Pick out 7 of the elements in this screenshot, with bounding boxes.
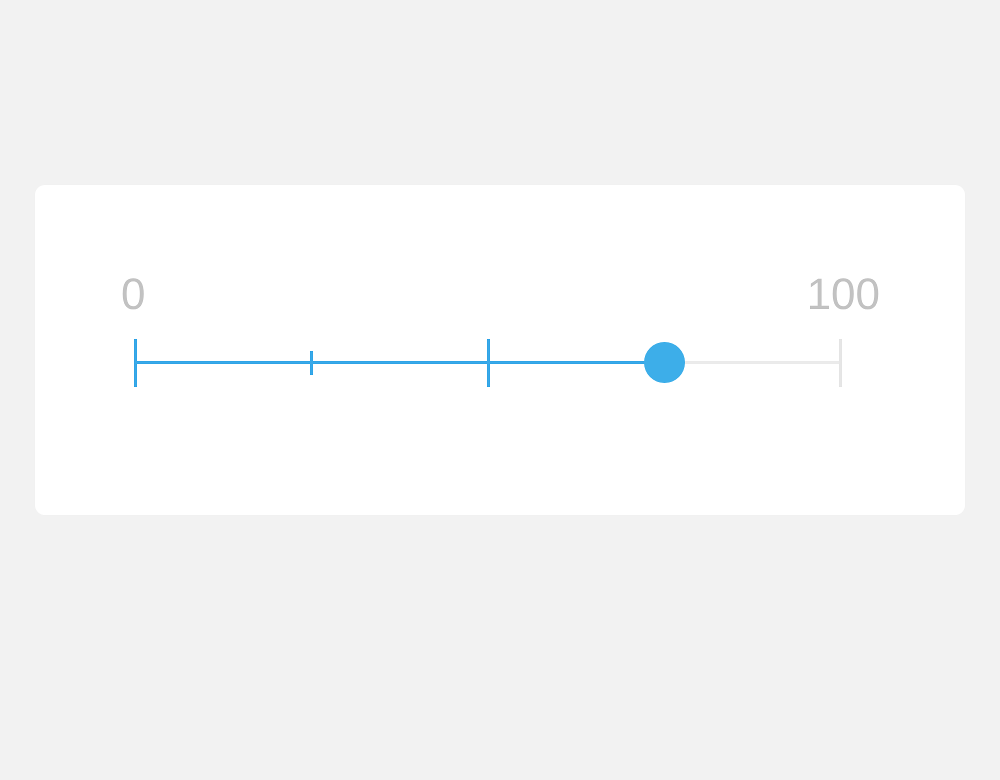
- min-label: 0: [121, 273, 146, 317]
- tick-mark: [486, 339, 490, 387]
- slider-track[interactable]: [135, 361, 840, 364]
- max-label: 100: [806, 273, 880, 317]
- tick-mark: [134, 339, 137, 387]
- tick-mark: [310, 351, 314, 375]
- slider-thumb[interactable]: [644, 342, 685, 383]
